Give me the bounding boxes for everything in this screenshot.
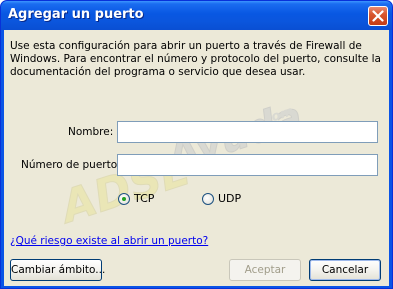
protocol-tcp-radio[interactable]: TCP (118, 192, 154, 205)
port-number-label: Número de puerto: (21, 159, 121, 171)
name-input[interactable] (117, 121, 378, 143)
change-scope-button[interactable]: Cambiar ámbito... (10, 259, 105, 281)
risk-help-link[interactable]: ¿Qué riesgo existe al abrir un puerto? (10, 235, 208, 247)
close-icon (372, 10, 384, 22)
title-bar[interactable]: Agregar un puerto (1, 1, 392, 30)
dialog-window: Agregar un puerto Use esta configuración… (0, 0, 393, 289)
tcp-label: TCP (134, 192, 155, 205)
window-title: Agregar un puerto (8, 7, 144, 22)
udp-label: UDP (218, 192, 242, 205)
dialog-body: Use esta configuración para abrir un pue… (4, 30, 389, 286)
radio-selected-icon (118, 192, 130, 205)
radio-unselected-icon (202, 192, 214, 205)
cancel-button[interactable]: Cancelar (309, 259, 381, 281)
accept-button[interactable]: Aceptar (229, 259, 301, 281)
protocol-udp-radio[interactable]: UDP (202, 192, 241, 205)
description-text: Use esta configuración para abrir un pue… (10, 40, 381, 78)
name-label: Nombre: (68, 126, 114, 138)
port-number-input[interactable] (117, 154, 378, 176)
close-button[interactable] (368, 6, 388, 26)
